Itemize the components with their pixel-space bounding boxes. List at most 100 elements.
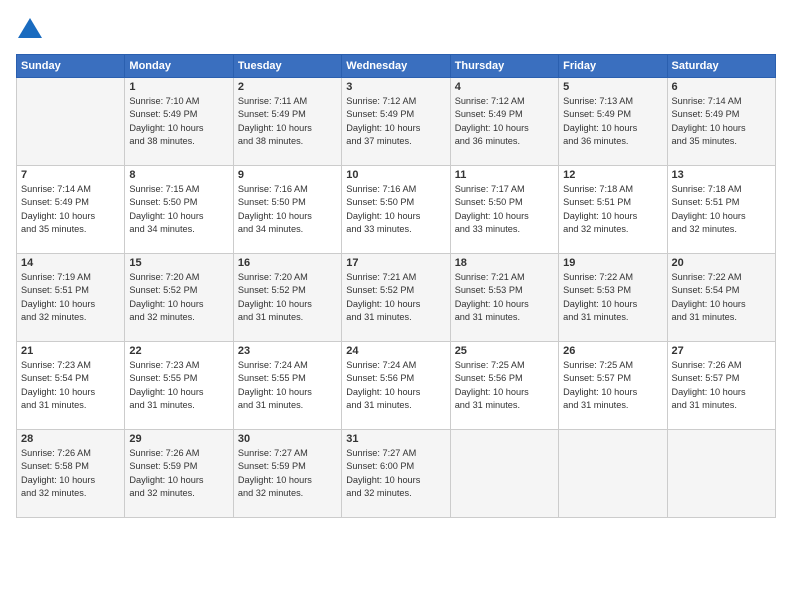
calendar-cell: 19Sunrise: 7:22 AMSunset: 5:53 PMDayligh…: [559, 254, 667, 342]
cell-content: Sunrise: 7:14 AMSunset: 5:49 PMDaylight:…: [21, 183, 120, 236]
cell-content: Sunrise: 7:25 AMSunset: 5:56 PMDaylight:…: [455, 359, 554, 412]
day-number: 15: [129, 257, 228, 269]
cell-line: Sunrise: 7:24 AM: [346, 359, 445, 372]
cell-line: Sunset: 5:57 PM: [563, 372, 662, 385]
cell-line: Sunset: 5:58 PM: [21, 460, 120, 473]
calendar-cell: 28Sunrise: 7:26 AMSunset: 5:58 PMDayligh…: [17, 430, 125, 518]
cell-line: Sunrise: 7:23 AM: [129, 359, 228, 372]
cell-line: Sunrise: 7:13 AM: [563, 95, 662, 108]
cell-line: Daylight: 10 hours: [563, 210, 662, 223]
cell-line: and 37 minutes.: [346, 135, 445, 148]
cell-line: Sunrise: 7:21 AM: [346, 271, 445, 284]
cell-line: and 31 minutes.: [672, 311, 771, 324]
day-number: 20: [672, 257, 771, 269]
day-number: 25: [455, 345, 554, 357]
cell-line: Daylight: 10 hours: [238, 298, 337, 311]
cell-content: Sunrise: 7:19 AMSunset: 5:51 PMDaylight:…: [21, 271, 120, 324]
cell-content: Sunrise: 7:12 AMSunset: 5:49 PMDaylight:…: [455, 95, 554, 148]
cell-content: Sunrise: 7:18 AMSunset: 5:51 PMDaylight:…: [672, 183, 771, 236]
day-number: 2: [238, 81, 337, 93]
cell-line: Sunset: 5:53 PM: [455, 284, 554, 297]
cell-line: Sunrise: 7:16 AM: [238, 183, 337, 196]
page: SundayMondayTuesdayWednesdayThursdayFrid…: [0, 0, 792, 612]
cell-line: Sunrise: 7:12 AM: [455, 95, 554, 108]
cell-line: Sunset: 6:00 PM: [346, 460, 445, 473]
cell-line: Daylight: 10 hours: [672, 210, 771, 223]
cell-content: Sunrise: 7:16 AMSunset: 5:50 PMDaylight:…: [346, 183, 445, 236]
calendar-header-row: SundayMondayTuesdayWednesdayThursdayFrid…: [17, 55, 776, 78]
day-number: 23: [238, 345, 337, 357]
cell-content: Sunrise: 7:22 AMSunset: 5:53 PMDaylight:…: [563, 271, 662, 324]
cell-line: Sunrise: 7:26 AM: [129, 447, 228, 460]
logo: [16, 16, 48, 44]
cell-line: and 31 minutes.: [238, 399, 337, 412]
day-number: 9: [238, 169, 337, 181]
cell-line: Sunset: 5:57 PM: [672, 372, 771, 385]
cell-line: Sunrise: 7:15 AM: [129, 183, 228, 196]
day-number: 22: [129, 345, 228, 357]
cell-content: Sunrise: 7:13 AMSunset: 5:49 PMDaylight:…: [563, 95, 662, 148]
cell-line: Sunrise: 7:10 AM: [129, 95, 228, 108]
calendar-cell: 30Sunrise: 7:27 AMSunset: 5:59 PMDayligh…: [233, 430, 341, 518]
cell-line: Sunrise: 7:16 AM: [346, 183, 445, 196]
cell-line: Sunrise: 7:22 AM: [563, 271, 662, 284]
day-number: 1: [129, 81, 228, 93]
cell-line: Daylight: 10 hours: [672, 298, 771, 311]
day-number: 21: [21, 345, 120, 357]
cell-line: Daylight: 10 hours: [563, 122, 662, 135]
cell-line: Daylight: 10 hours: [129, 210, 228, 223]
cell-line: Sunset: 5:49 PM: [672, 108, 771, 121]
cell-line: Sunset: 5:51 PM: [672, 196, 771, 209]
day-number: 18: [455, 257, 554, 269]
cell-line: Daylight: 10 hours: [455, 298, 554, 311]
cell-line: and 32 minutes.: [238, 487, 337, 500]
day-number: 31: [346, 433, 445, 445]
cell-line: and 32 minutes.: [563, 223, 662, 236]
cell-line: Daylight: 10 hours: [346, 474, 445, 487]
cell-content: Sunrise: 7:18 AMSunset: 5:51 PMDaylight:…: [563, 183, 662, 236]
cell-line: Daylight: 10 hours: [455, 122, 554, 135]
cell-line: Sunrise: 7:25 AM: [455, 359, 554, 372]
cell-line: Sunset: 5:50 PM: [238, 196, 337, 209]
cell-line: Daylight: 10 hours: [346, 210, 445, 223]
cell-line: Sunrise: 7:27 AM: [238, 447, 337, 460]
calendar-cell: 20 Sunrise: 7:22 AMSunset: 5:54 PMDayligh…: [667, 254, 775, 342]
cell-line: and 31 minutes.: [672, 399, 771, 412]
cell-line: and 32 minutes.: [672, 223, 771, 236]
day-number: 3: [346, 81, 445, 93]
cell-line: and 32 minutes.: [129, 487, 228, 500]
calendar-cell: [559, 430, 667, 518]
cell-line: Daylight: 10 hours: [21, 298, 120, 311]
cell-line: Sunset: 5:50 PM: [129, 196, 228, 209]
calendar-cell: 3 Sunrise: 7:12 AMSunset: 5:49 PMDaylight…: [342, 78, 450, 166]
day-number: 6: [672, 81, 771, 93]
day-number: 11: [455, 169, 554, 181]
day-number: 30: [238, 433, 337, 445]
day-number: 17: [346, 257, 445, 269]
day-number: 4: [455, 81, 554, 93]
cell-content: Sunrise: 7:24 AMSunset: 5:56 PMDaylight:…: [346, 359, 445, 412]
cell-line: Daylight: 10 hours: [238, 386, 337, 399]
cell-line: and 38 minutes.: [129, 135, 228, 148]
cell-line: Sunset: 5:50 PM: [346, 196, 445, 209]
cell-line: and 31 minutes.: [21, 399, 120, 412]
day-number: 26: [563, 345, 662, 357]
calendar-cell: 29Sunrise: 7:26 AMSunset: 5:59 PMDayligh…: [125, 430, 233, 518]
cell-line: Daylight: 10 hours: [238, 210, 337, 223]
cell-line: Sunset: 5:56 PM: [455, 372, 554, 385]
calendar-cell: 1Sunrise: 7:10 AMSunset: 5:49 PMDaylight…: [125, 78, 233, 166]
day-number: 16: [238, 257, 337, 269]
cell-line: and 32 minutes.: [129, 311, 228, 324]
day-number: 7: [21, 169, 120, 181]
cell-content: Sunrise: 7:22 AMSunset: 5:54 PMDaylight:…: [672, 271, 771, 324]
cell-line: Daylight: 10 hours: [129, 298, 228, 311]
calendar-cell: 24Sunrise: 7:24 AMSunset: 5:56 PMDayligh…: [342, 342, 450, 430]
cell-line: and 33 minutes.: [346, 223, 445, 236]
calendar-cell: 12 Sunrise: 7:18 AMSunset: 5:51 PMDayligh…: [559, 166, 667, 254]
cell-line: and 31 minutes.: [346, 311, 445, 324]
calendar-cell: 8Sunrise: 7:15 AMSunset: 5:50 PMDaylight…: [125, 166, 233, 254]
cell-line: Sunset: 5:52 PM: [129, 284, 228, 297]
calendar-cell: 17Sunrise: 7:21 AMSunset: 5:52 PMDayligh…: [342, 254, 450, 342]
cell-content: Sunrise: 7:12 AMSunset: 5:49 PMDaylight:…: [346, 95, 445, 148]
day-number: 12: [563, 169, 662, 181]
